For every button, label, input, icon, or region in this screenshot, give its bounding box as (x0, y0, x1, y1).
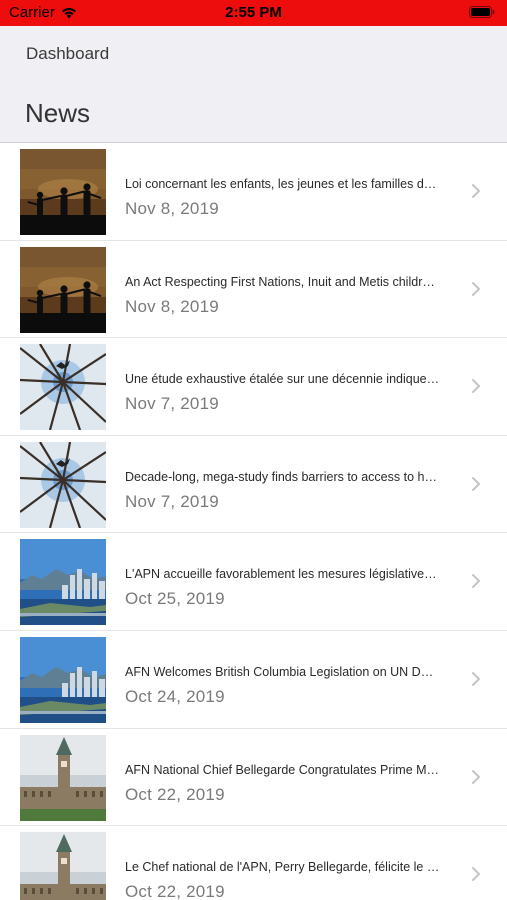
news-thumbnail (20, 734, 106, 821)
news-headline: Une étude exhaustive étalée sur une déce… (125, 372, 440, 387)
chevron-right-icon (472, 379, 480, 394)
status-bar: Carrier 2:55 PM (0, 0, 507, 26)
news-thumbnail (20, 149, 106, 235)
news-headline: An Act Respecting First Nations, Inuit a… (125, 274, 440, 289)
news-headline: AFN National Chief Bellegarde Congratula… (125, 762, 440, 777)
news-headline: Loi concernant les enfants, les jeunes e… (125, 177, 440, 191)
news-item[interactable]: Loi concernant les enfants, les jeunes e… (0, 143, 507, 241)
news-item[interactable]: Le Chef national de l'APN, Perry Bellega… (0, 826, 507, 900)
news-item[interactable]: L'APN accueille favorablement les mesure… (0, 533, 507, 631)
news-thumbnail (20, 636, 106, 723)
news-headline: L'APN accueille favorablement les mesure… (125, 567, 440, 582)
news-date: Nov 8, 2019 (125, 296, 219, 316)
news-thumbnail (20, 539, 106, 626)
news-item[interactable]: An Act Respecting First Nations, Inuit a… (0, 241, 507, 339)
news-item[interactable]: AFN National Chief Bellegarde Congratula… (0, 729, 507, 827)
news-thumbnail (20, 832, 106, 900)
chevron-right-icon (472, 184, 480, 198)
chevron-right-icon (472, 281, 480, 296)
news-item[interactable]: Une étude exhaustive étalée sur une déce… (0, 338, 507, 436)
news-thumbnail (20, 441, 106, 528)
navigation-bar: Dashboard News (0, 26, 507, 143)
chevron-right-icon (472, 769, 480, 784)
news-date: Oct 22, 2019 (125, 882, 225, 900)
page-title: News (25, 98, 91, 128)
news-date: Nov 7, 2019 (125, 394, 219, 414)
news-list: Loi concernant les enfants, les jeunes e… (0, 143, 507, 900)
chevron-right-icon (472, 867, 480, 882)
news-thumbnail (20, 246, 106, 333)
news-item[interactable]: AFN Welcomes British Columbia Legislatio… (0, 631, 507, 729)
chevron-right-icon (472, 671, 480, 686)
news-date: Oct 22, 2019 (125, 784, 225, 804)
news-date: Nov 8, 2019 (125, 199, 219, 218)
news-headline: AFN Welcomes British Columbia Legislatio… (125, 664, 440, 679)
news-item[interactable]: Decade-long, mega-study finds barriers t… (0, 436, 507, 534)
status-time: 2:55 PM (225, 4, 282, 21)
news-date: Oct 25, 2019 (125, 589, 225, 609)
news-headline: Le Chef national de l'APN, Perry Bellega… (125, 860, 440, 875)
chevron-right-icon (472, 574, 480, 589)
news-headline: Decade-long, mega-study finds barriers t… (125, 469, 440, 484)
back-button[interactable]: Dashboard (26, 44, 109, 64)
news-thumbnail (20, 344, 106, 431)
battery-icon (469, 6, 495, 18)
news-date: Nov 7, 2019 (125, 491, 219, 511)
chevron-right-icon (472, 476, 480, 491)
news-date: Oct 24, 2019 (125, 686, 225, 706)
